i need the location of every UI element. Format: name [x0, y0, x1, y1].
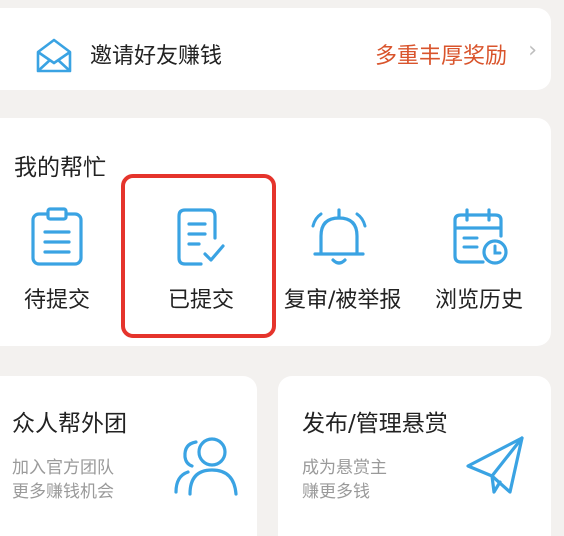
publish-bounty-tile[interactable]: 发布/管理悬赏 成为悬赏主 赚更多钱 — [278, 376, 551, 536]
browse-history-item[interactable]: 浏览历史 — [424, 206, 534, 314]
tile-subtitle: 加入官方团队 更多赚钱机会 — [12, 456, 114, 504]
bell-icon — [284, 206, 394, 268]
tile-subtitle-line: 更多赚钱机会 — [12, 482, 114, 502]
pending-submit-item[interactable]: 待提交 — [2, 206, 112, 314]
tile-subtitle-line: 成为悬赏主 — [302, 458, 387, 478]
highlight-box — [121, 174, 276, 338]
section-title: 我的帮忙 — [14, 155, 106, 181]
invite-promo-text: 多重丰厚奖励 — [374, 44, 507, 69]
calendar-clock-icon — [424, 206, 534, 268]
tile-subtitle-line: 加入官方团队 — [12, 458, 114, 478]
item-label: 浏览历史 — [434, 288, 523, 313]
item-label: 复审/被举报 — [284, 288, 402, 313]
tile-subtitle: 成为悬赏主 赚更多钱 — [302, 456, 387, 504]
tile-title: 发布/管理悬赏 — [302, 411, 448, 437]
tile-subtitle-line: 赚更多钱 — [302, 482, 370, 502]
invite-label: 邀请好友赚钱 — [90, 44, 223, 69]
chevron-right-icon: › — [528, 38, 537, 63]
item-label: 待提交 — [23, 288, 90, 313]
review-reported-item[interactable]: 复审/被举报 — [284, 206, 402, 314]
tile-title: 众人帮外团 — [12, 411, 127, 437]
clipboard-list-icon — [2, 206, 112, 268]
invite-friends-row[interactable]: 邀请好友赚钱 多重丰厚奖励 › — [0, 8, 551, 90]
envelope-icon — [34, 38, 74, 74]
users-icon — [172, 432, 242, 502]
official-team-tile[interactable]: 众人帮外团 加入官方团队 更多赚钱机会 — [0, 376, 257, 536]
paper-plane-icon — [464, 432, 526, 502]
